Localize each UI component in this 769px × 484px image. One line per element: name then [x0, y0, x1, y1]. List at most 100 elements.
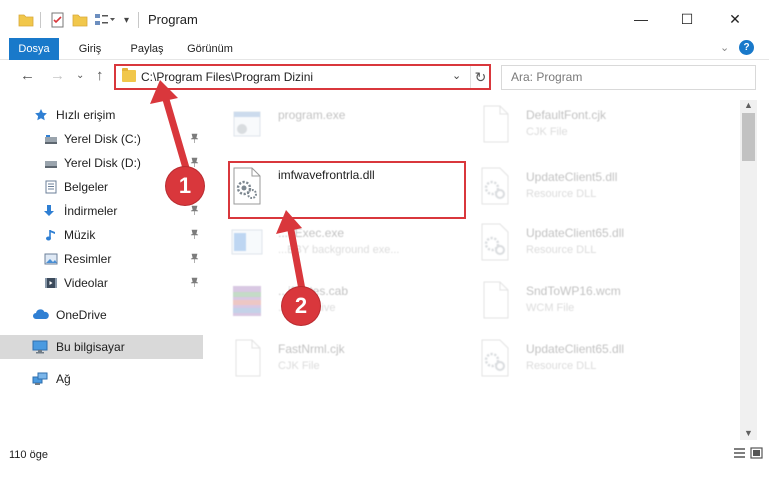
sidebar-item-this-pc[interactable]: Bu bilgisayar: [0, 335, 203, 359]
sidebar-item-label: Hızlı erişim: [56, 108, 116, 122]
list-item[interactable]: UpdateClient65.dll Resource DLL: [478, 220, 718, 272]
view-options-icon[interactable]: [94, 10, 116, 30]
file-type: CJK File: [526, 126, 568, 138]
sidebar-item-pictures[interactable]: Resimler: [0, 247, 203, 271]
file-type: WCM File: [526, 302, 575, 314]
recent-locations-button[interactable]: ⌄: [76, 70, 84, 81]
list-item[interactable]: program.exe: [230, 102, 470, 154]
pin-icon[interactable]: [190, 229, 199, 242]
sidebar-item-local-disk-c[interactable]: Yerel Disk (C:): [0, 127, 203, 151]
cloud-icon: [33, 309, 49, 319]
title-bar: ▾ Program — ☐ ✕: [0, 0, 769, 38]
back-button[interactable]: ←: [20, 67, 35, 84]
large-icons-view-icon[interactable]: [750, 447, 763, 459]
file-name: ...eExec.exe: [278, 226, 345, 240]
tab-share[interactable]: Paylaş: [124, 38, 170, 60]
music-icon: [46, 230, 55, 241]
sidebar-item-downloads[interactable]: İndirmeler: [0, 199, 203, 223]
folder-icon: [18, 10, 34, 30]
help-icon[interactable]: ?: [739, 40, 754, 55]
sidebar-item-label: Müzik: [64, 228, 96, 242]
file-name: UpdateClient65.dll: [526, 226, 625, 240]
pin-icon[interactable]: [190, 253, 199, 266]
tab-home[interactable]: Giriş: [68, 38, 112, 60]
network-icon: [32, 372, 48, 385]
list-item[interactable]: UpdateClient65.dll Resource DLL: [478, 336, 718, 388]
app-window-icon: [231, 229, 263, 255]
forward-button[interactable]: →: [50, 67, 65, 84]
pictures-icon: [44, 253, 58, 265]
sidebar-item-label: Yerel Disk (D:): [64, 156, 141, 170]
pin-icon[interactable]: [190, 205, 199, 218]
sidebar-item-videos[interactable]: Videolar: [0, 271, 203, 295]
pin-icon[interactable]: [190, 133, 199, 146]
file-list: program.exe DefaultFont.cjk CJK File imf…: [220, 100, 740, 440]
list-item[interactable]: UpdateClient5.dll Resource DLL: [478, 164, 718, 216]
new-folder-icon[interactable]: [72, 10, 88, 30]
scrollbar-thumb[interactable]: [742, 113, 755, 161]
sidebar-item-label: OneDrive: [56, 308, 107, 322]
navigation-pane: Hızlı erişim Yerel Disk (C:) Yerel Disk …: [0, 100, 210, 440]
file-type: Resource DLL: [526, 188, 597, 200]
exe-icon: [233, 111, 261, 137]
sidebar-item-music[interactable]: Müzik: [0, 223, 203, 247]
expand-ribbon-icon[interactable]: ⌄: [720, 41, 729, 54]
file-name: FastNrml.cjk: [278, 342, 345, 356]
list-item[interactable]: SndToWP16.wcm WCM File: [478, 278, 718, 330]
scroll-up-icon[interactable]: ▲: [744, 100, 753, 110]
archive-icon: [233, 286, 261, 316]
download-icon: [44, 205, 54, 216]
sidebar-item-network[interactable]: Ağ: [0, 367, 203, 391]
dll-gear-icon: [481, 167, 509, 205]
star-icon: [35, 109, 47, 121]
list-item[interactable]: ...eExec.exe ...BBY background exe...: [230, 220, 470, 272]
scroll-down-icon[interactable]: ▼: [744, 428, 753, 438]
sidebar-item-label: Ağ: [56, 372, 71, 386]
list-item[interactable]: FastNrml.cjk CJK File: [230, 336, 470, 388]
dll-gear-icon: [481, 223, 509, 261]
address-highlight: [114, 64, 491, 90]
status-bar: [0, 440, 769, 484]
file-highlight: [228, 161, 466, 219]
tab-file[interactable]: Dosya: [9, 38, 59, 60]
step-2-badge: 2: [282, 287, 320, 325]
sidebar-item-label: Belgeler: [64, 180, 109, 194]
file-name: UpdateClient65.dll: [526, 342, 625, 356]
search-placeholder: Ara: Program: [511, 70, 583, 84]
details-view-icon[interactable]: [733, 447, 746, 459]
sidebar-item-label: Yerel Disk (C:): [64, 132, 141, 146]
file-name: SndToWP16.wcm: [526, 284, 621, 298]
close-button[interactable]: ✕: [712, 0, 758, 38]
minimize-button[interactable]: —: [618, 0, 664, 38]
up-button[interactable]: ↑: [96, 67, 104, 84]
file-type: Resource DLL: [526, 360, 597, 372]
customize-toolbar-icon[interactable]: ▾: [124, 10, 129, 30]
file-type: ...BBY background exe...: [278, 244, 400, 256]
videos-icon: [45, 278, 57, 288]
sidebar-item-label: Bu bilgisayar: [56, 340, 125, 354]
blank-file-icon: [483, 281, 509, 319]
computer-icon: [32, 340, 48, 354]
file-name: UpdateClient5.dll: [526, 170, 618, 184]
list-item[interactable]: DefaultFont.cjk CJK File: [478, 102, 718, 154]
file-type: Resource DLL: [526, 244, 597, 256]
drive-icon: [45, 161, 57, 168]
sidebar-item-label: Resimler: [64, 252, 112, 266]
documents-icon: [45, 180, 57, 194]
title-separator: [40, 12, 41, 28]
blank-file-icon: [235, 339, 261, 377]
pin-icon[interactable]: [190, 277, 199, 290]
properties-icon[interactable]: [50, 10, 66, 30]
drive-icon: [45, 135, 57, 144]
item-count: 110 öge: [9, 449, 48, 461]
sidebar-item-quick-access[interactable]: Hızlı erişim: [0, 103, 203, 127]
file-name: DefaultFont.cjk: [526, 108, 607, 122]
file-type: CJK File: [278, 360, 320, 372]
ribbon-tabs: Dosya Giriş Paylaş Görünüm ⌄: [0, 38, 769, 60]
sidebar-item-onedrive[interactable]: OneDrive: [0, 303, 203, 327]
tab-view[interactable]: Görünüm: [180, 38, 240, 60]
title-separator: [138, 12, 139, 28]
maximize-button[interactable]: ☐: [664, 0, 710, 38]
blank-file-icon: [483, 105, 509, 143]
list-item[interactable]: ...ificates.cab ...M Archive: [230, 278, 470, 330]
